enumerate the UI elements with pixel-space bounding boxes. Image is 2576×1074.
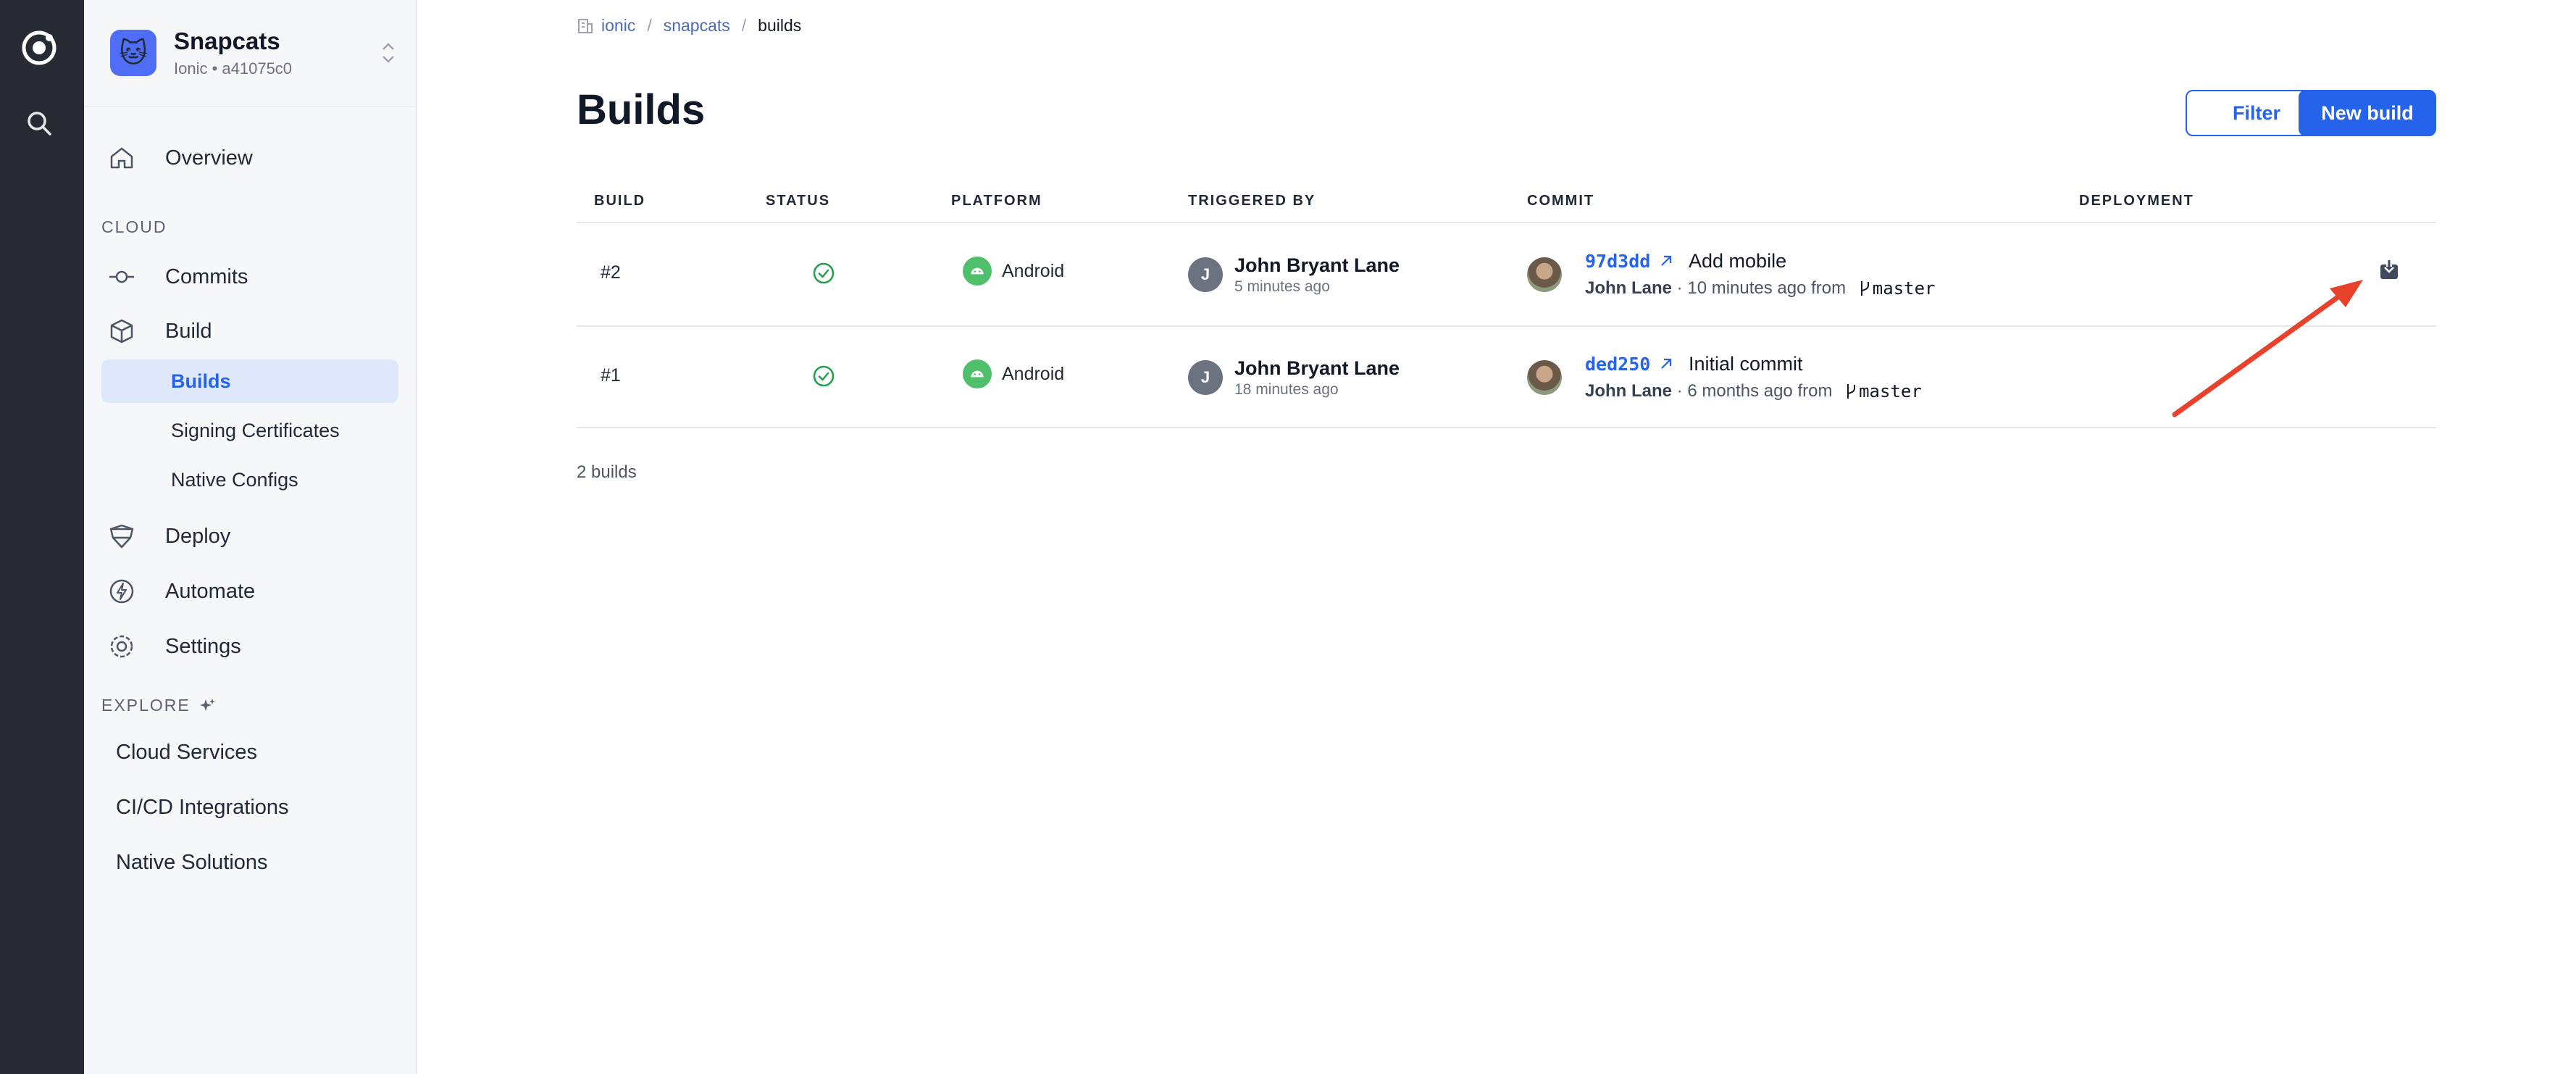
platform-cell: Android — [963, 257, 1064, 286]
commit-author: John Lane — [1585, 278, 1673, 298]
building-icon — [578, 18, 593, 33]
branch-name: master — [1859, 381, 1922, 401]
sidebar-item-label: Settings — [165, 634, 241, 658]
user-time: 5 minutes ago — [1234, 278, 1330, 295]
success-check-icon — [813, 365, 835, 387]
sidebar: 🐱 Snapcats Ionic • a41075c0 Overview CLO… — [84, 0, 417, 1074]
cube-icon — [110, 319, 133, 344]
android-icon — [963, 257, 992, 286]
sidebar-item-label: Deploy — [165, 524, 231, 548]
commit-icon — [109, 270, 134, 283]
table-divider — [577, 222, 2436, 223]
breadcrumb: ionic / snapcats / builds — [577, 16, 801, 36]
commit-meta: John Lane · 10 minutes ago from master — [1585, 278, 1936, 299]
commit-time: · 6 months ago from — [1672, 381, 1838, 401]
user-avatar: J — [1188, 360, 1223, 395]
branch-icon — [1847, 384, 1856, 399]
row-divider — [577, 325, 2436, 327]
section-label-cloud: CLOUD — [101, 217, 167, 236]
page-title: Builds — [577, 86, 706, 133]
build-number[interactable]: #2 — [601, 262, 621, 283]
user-name: John Bryant Lane — [1234, 357, 1400, 379]
user-name: John Bryant Lane — [1234, 254, 1400, 276]
sidebar-item-settings[interactable]: Settings — [84, 621, 417, 672]
branch-icon — [1860, 281, 1869, 296]
user-avatar: J — [1188, 257, 1223, 292]
breadcrumb-separator: / — [647, 16, 652, 35]
platform-cell: Android — [963, 359, 1064, 388]
branch-name: master — [1872, 278, 1936, 299]
sidebar-item-automate[interactable]: Automate — [84, 566, 417, 617]
commit-author: John Lane — [1585, 381, 1673, 401]
annotation-arrow — [2172, 280, 2363, 417]
download-icon[interactable] — [2378, 258, 2401, 281]
breadcrumb-current: builds — [758, 16, 802, 35]
commit-hash-link[interactable]: 97d3dd — [1585, 251, 1650, 272]
sidebar-item-signing-certificates[interactable]: Signing Certificates — [101, 409, 398, 452]
app-avatar-emoji: 🐱 — [119, 38, 148, 69]
sidebar-item-commits[interactable]: Commits — [84, 251, 417, 302]
sparkle-icon — [199, 698, 215, 711]
breadcrumb-separator: / — [741, 16, 747, 35]
user-time: 18 minutes ago — [1234, 381, 1339, 398]
explore-item-native-solutions[interactable]: Native Solutions — [116, 851, 268, 875]
row-divider — [577, 427, 2436, 428]
commit-message: Add mobile — [1689, 250, 1787, 272]
column-header-platform: PLATFORM — [951, 193, 1042, 209]
breadcrumb-org[interactable]: ionic — [601, 16, 635, 36]
column-header-commit: COMMIT — [1527, 193, 1595, 209]
section-label-explore: EXPLORE — [101, 696, 217, 715]
section-label-text: EXPLORE — [101, 696, 191, 715]
explore-item-cloud-services[interactable]: Cloud Services — [116, 741, 257, 765]
app-switcher[interactable]: 🐱 Snapcats Ionic • a41075c0 — [84, 0, 416, 107]
platform-label: Android — [1002, 363, 1065, 384]
commit-meta: John Lane · 6 months ago from master — [1585, 381, 1922, 401]
sidebar-item-deploy[interactable]: Deploy — [84, 511, 417, 562]
platform-label: Android — [1002, 260, 1065, 281]
column-header-status: STATUS — [766, 193, 831, 209]
sidebar-item-builds[interactable]: Builds — [101, 359, 398, 403]
lightning-icon — [109, 579, 134, 604]
sidebar-item-native-configs[interactable]: Native Configs — [101, 458, 398, 501]
android-icon — [963, 359, 992, 388]
sidebar-item-label: Signing Certificates — [171, 419, 340, 441]
commit-author-avatar — [1527, 257, 1562, 292]
app-avatar: 🐱 — [110, 30, 156, 76]
column-header-build: BUILD — [594, 193, 646, 209]
app-name: Snapcats — [174, 28, 280, 54]
external-link-icon[interactable] — [1659, 254, 1673, 268]
sidebar-item-label: Native Configs — [171, 468, 298, 491]
home-icon — [110, 147, 133, 169]
deploy-icon — [109, 524, 134, 549]
sidebar-item-overview[interactable]: Overview — [84, 133, 417, 183]
icon-rail — [0, 0, 84, 1074]
search-icon[interactable] — [25, 109, 54, 138]
app-subtitle: Ionic • a41075c0 — [174, 59, 293, 78]
commit-hash-link[interactable]: ded250 — [1585, 354, 1650, 375]
chevron-up-down-icon[interactable] — [380, 36, 397, 70]
external-link-icon[interactable] — [1659, 357, 1673, 371]
ionic-logo-icon[interactable] — [20, 29, 58, 67]
column-header-deployment: DEPLOYMENT — [2079, 193, 2194, 209]
build-number[interactable]: #1 — [601, 365, 621, 386]
commit-message: Initial commit — [1689, 353, 1803, 375]
success-check-icon — [813, 262, 835, 284]
new-build-button[interactable]: New build — [2299, 90, 2436, 136]
builds-count: 2 builds — [577, 462, 637, 482]
commit-time: · 10 minutes ago from — [1672, 278, 1851, 298]
column-header-triggered-by: TRIGGERED BY — [1188, 193, 1316, 209]
gear-icon — [110, 635, 133, 658]
breadcrumb-app[interactable]: snapcats — [664, 16, 730, 36]
sidebar-item-label: Automate — [165, 579, 256, 603]
explore-item-ci-cd-integrations[interactable]: CI/CD Integrations — [116, 796, 289, 820]
sidebar-item-label: Overview — [165, 146, 253, 170]
commit-author-avatar — [1527, 360, 1562, 395]
sidebar-item-build[interactable]: Build — [84, 306, 417, 357]
sidebar-item-label: Builds — [171, 370, 231, 392]
sidebar-item-label: Build — [165, 319, 212, 343]
sidebar-item-label: Commits — [165, 265, 248, 288]
